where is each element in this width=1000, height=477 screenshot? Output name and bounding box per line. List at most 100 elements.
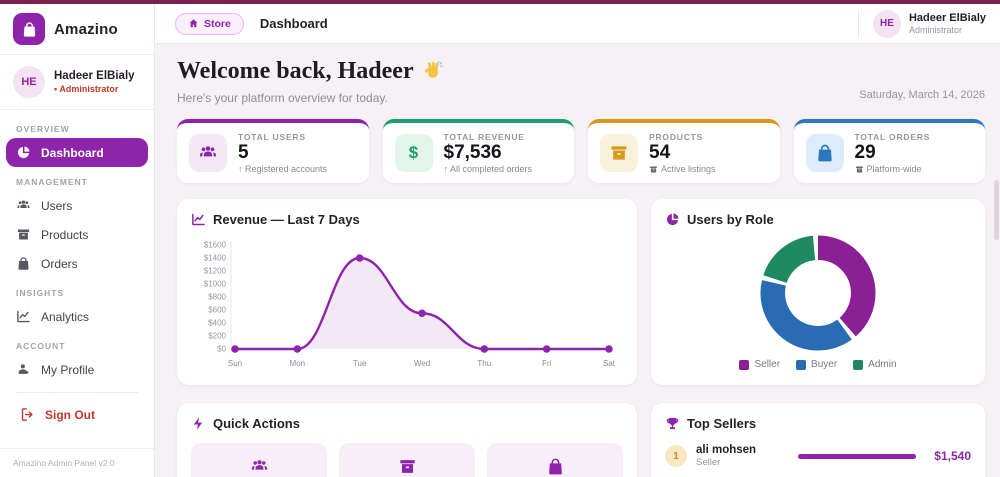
quick-action-products[interactable] — [339, 443, 475, 477]
quick-action-orders[interactable] — [487, 443, 623, 477]
sidebar-item-label: My Profile — [41, 362, 95, 377]
stat-card-total-users: TOTAL USERS 5 ↑ Registered accounts — [177, 119, 369, 183]
sidebar-item-label: Products — [41, 227, 89, 242]
donut-chart-title: Users by Role — [687, 212, 774, 227]
stat-value: 54 — [649, 141, 671, 163]
store-button[interactable]: Store — [175, 12, 244, 35]
sidebar-user-name: Hadeer ElBialy — [54, 70, 135, 82]
quick-action-users[interactable] — [191, 443, 327, 477]
revenue-line-chart: $0 $200 $400 $600 $800 $1000 $1200 $1400 $1600 Su… — [204, 241, 616, 369]
scrollbar-thumb[interactable] — [994, 180, 999, 240]
stats-row: TOTAL USERS 5 ↑ Registered accounts $ TO… — [177, 119, 985, 183]
x-tick-label: Thu — [477, 359, 491, 368]
data-point — [480, 345, 489, 353]
nav-section-account: ACCOUNT — [16, 341, 66, 351]
y-tick-label: $1000 — [204, 280, 227, 289]
y-tick-label: $400 — [208, 319, 226, 328]
sidebar-item-products[interactable]: Products — [6, 220, 148, 249]
users-by-role-card: Users by Role Seller Buyer Admin — [651, 199, 985, 385]
legend-item: Admin — [853, 359, 897, 370]
stat-label: TOTAL REVENUE — [443, 131, 525, 142]
legend-swatch — [739, 359, 750, 370]
pie-chart-icon — [665, 212, 680, 227]
products-icon — [16, 227, 31, 242]
nav-section-insights: INSIGHTS — [16, 288, 65, 298]
seller-role: Seller — [696, 457, 721, 468]
sidebar-footer-version: Amazino Admin Panel v2.0 — [0, 448, 154, 477]
x-tick-label: Fri — [542, 359, 552, 368]
top-sellers-card: Top Sellers 1 ali mohsen Seller $1,540 — [651, 403, 985, 477]
sign-out-label: Sign Out — [45, 407, 95, 422]
products-icon — [399, 460, 415, 473]
users-by-role-donut-chart — [760, 235, 876, 351]
sidebar-item-dashboard[interactable]: Dashboard — [6, 138, 148, 167]
donut-legend: Seller Buyer Admin — [665, 359, 971, 372]
store-button-label: Store — [204, 17, 231, 30]
stat-value: 5 — [238, 141, 249, 163]
stat-label: TOTAL USERS — [238, 131, 306, 142]
y-tick-label: $600 — [208, 306, 226, 315]
sidebar: Amazino HE Hadeer ElBialy Administrator … — [0, 4, 155, 477]
quick-actions-card: Quick Actions — [177, 403, 637, 477]
users-icon — [251, 460, 267, 470]
shopping-bag-logo-icon — [13, 13, 45, 45]
sign-out-icon — [20, 407, 35, 422]
topbar: Store Dashboard HE Hadeer ElBialy Admini… — [155, 4, 1000, 44]
x-tick-label: Tue — [353, 359, 367, 368]
sidebar-user-card[interactable]: HE Hadeer ElBialy Administrator — [0, 55, 154, 110]
trophy-icon — [665, 416, 680, 431]
top-sellers-title: Top Sellers — [687, 416, 757, 431]
home-icon — [189, 19, 198, 28]
topbar-user-role: Administrator — [908, 25, 962, 35]
box-icon — [600, 134, 638, 172]
profile-icon — [16, 362, 31, 377]
page-title: Welcome back, Hadeer — [177, 58, 443, 85]
analytics-icon — [16, 309, 31, 324]
stat-sub: ↑ Registered accounts — [238, 164, 328, 175]
sidebar-user-role: Administrator — [54, 84, 135, 94]
sidebar-item-orders[interactable]: Orders — [6, 249, 148, 278]
y-tick-label: $1200 — [204, 267, 227, 276]
legend-swatch — [853, 359, 864, 370]
sidebar-item-label: Users — [41, 198, 73, 213]
revenue-chart-title: Revenue — Last 7 Days — [213, 212, 360, 227]
stat-card-products: PRODUCTS 54 Active listings — [588, 119, 780, 183]
seller-name: ali mohsen — [696, 444, 757, 456]
y-tick-label: $800 — [208, 293, 226, 302]
app-root: Amazino HE Hadeer ElBialy Administrator … — [0, 0, 1000, 477]
stat-value: $7,536 — [443, 141, 502, 163]
legend-item: Buyer — [796, 359, 837, 370]
revenue-area — [235, 258, 609, 349]
brand-name: Amazino — [54, 20, 118, 38]
data-point — [231, 345, 239, 353]
pie-chart-icon — [16, 145, 31, 160]
data-point — [418, 309, 426, 318]
sign-out-button[interactable]: Sign Out — [16, 403, 138, 426]
legend-swatch — [796, 359, 807, 370]
top-seller-row: 1 ali mohsen Seller $1,540 — [665, 444, 971, 468]
y-tick-label: $1400 — [204, 254, 227, 263]
revenue-chart-card: Revenue — Last 7 Days $0 $200 $400 $600 $800… — [177, 199, 637, 385]
x-tick-label: Sun — [228, 359, 242, 368]
stat-card-total-orders: TOTAL ORDERS 29 Platform-wide — [793, 119, 985, 183]
stat-value: 29 — [854, 141, 876, 163]
orders-icon — [16, 256, 31, 271]
stat-sub: ↑ All completed orders — [443, 164, 533, 175]
top-accent-bar — [0, 0, 1000, 4]
main-column: Store Dashboard HE Hadeer ElBialy Admini… — [155, 4, 1000, 477]
topbar-user-menu[interactable]: HE Hadeer ElBialy Administrator — [857, 9, 986, 38]
sidebar-item-label: Analytics — [41, 309, 90, 324]
box-icon — [855, 166, 863, 173]
box-icon — [650, 166, 657, 173]
sidebar-item-my-profile[interactable]: My Profile — [6, 355, 148, 384]
seller-amount: $1,540 — [934, 449, 971, 463]
data-point — [542, 345, 551, 353]
sidebar-item-label: Dashboard — [41, 145, 104, 160]
stat-sub: Active listings — [649, 164, 716, 174]
data-point — [293, 345, 302, 353]
brand-logo[interactable]: Amazino — [0, 4, 154, 55]
sidebar-item-users[interactable]: Users — [6, 191, 148, 220]
sidebar-item-analytics[interactable]: Analytics — [6, 302, 148, 331]
topbar-user-name: Hadeer ElBialy — [908, 12, 986, 24]
chart-line-icon — [191, 212, 206, 227]
